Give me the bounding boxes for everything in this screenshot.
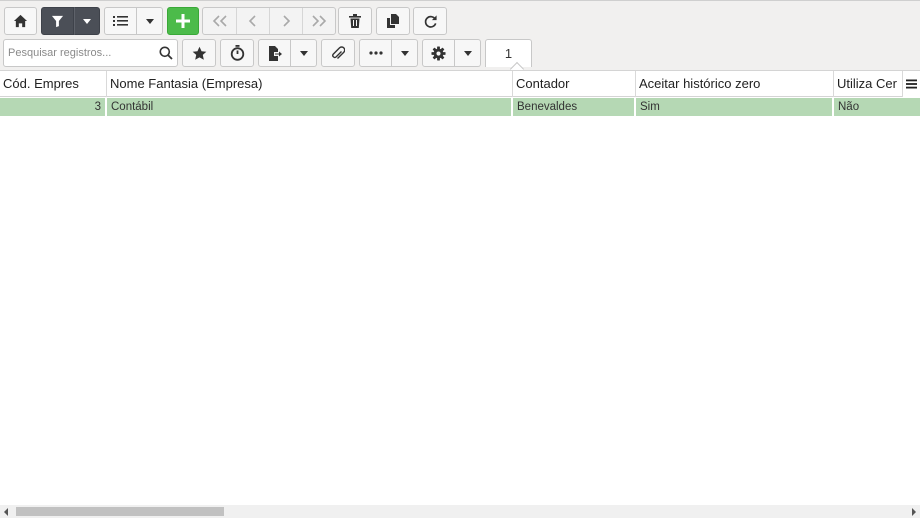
last-page-icon (312, 15, 327, 27)
search-icon[interactable] (159, 46, 173, 65)
stopwatch-icon (230, 45, 244, 61)
column-header-aceitar-historico-zero[interactable]: Aceitar histórico zero (636, 71, 834, 97)
page-number-indicator[interactable]: 1 (485, 39, 532, 67)
gear-icon (431, 45, 446, 61)
scroll-left-icon[interactable] (4, 508, 8, 516)
chevron-down-icon (145, 18, 154, 24)
home-icon (13, 14, 28, 28)
export-icon (268, 45, 282, 61)
previous-icon (248, 15, 256, 27)
first-page-icon (212, 15, 227, 27)
column-header-utiliza[interactable]: Utiliza Cer (834, 71, 904, 97)
column-menu-icon[interactable] (902, 71, 920, 97)
toolbar: 1 (0, 0, 920, 77)
add-record-button[interactable] (167, 7, 199, 35)
scrollbar-thumb[interactable] (16, 507, 224, 516)
timer-button[interactable] (220, 39, 254, 67)
app-window: 1 Cód. Empres Nome Fantasia (Empresa) Co… (0, 0, 920, 518)
more-dropdown[interactable] (392, 39, 418, 67)
table-row[interactable]: 3 Contábil Benevaldes Sim Não (0, 98, 920, 116)
settings-split-button (422, 39, 481, 67)
horizontal-scrollbar[interactable] (0, 505, 920, 518)
cell-utiliza: Não (838, 101, 860, 113)
column-header-contador[interactable]: Contador (513, 71, 636, 97)
record-navigation (202, 7, 336, 35)
ellipsis-icon (368, 51, 383, 55)
first-record-button[interactable] (203, 8, 236, 34)
next-record-button[interactable] (269, 8, 302, 34)
search-box (3, 39, 178, 67)
export-dropdown[interactable] (291, 39, 317, 67)
page-number: 1 (504, 46, 513, 61)
export-button[interactable] (258, 39, 291, 67)
cell-contador: Benevaldes (513, 98, 636, 116)
chevron-down-icon (400, 50, 409, 56)
filter-dropdown[interactable] (74, 7, 100, 35)
cell-aceitar-historico-zero: Sim (636, 98, 834, 116)
filter-split-button (41, 7, 100, 35)
settings-button[interactable] (422, 39, 455, 67)
settings-dropdown[interactable] (455, 39, 481, 67)
more-split-button (359, 39, 418, 67)
last-record-button[interactable] (302, 8, 335, 34)
copy-icon (387, 14, 399, 28)
list-dropdown[interactable] (137, 7, 163, 35)
chevron-down-icon (299, 50, 308, 56)
refresh-icon (424, 14, 437, 28)
refresh-button[interactable] (413, 7, 447, 35)
chevron-down-icon (83, 18, 91, 24)
column-header-nome-fantasia[interactable]: Nome Fantasia (Empresa) (107, 71, 513, 97)
previous-record-button[interactable] (236, 8, 269, 34)
trash-icon (349, 14, 361, 28)
search-input[interactable] (4, 40, 154, 66)
plus-icon (176, 14, 190, 28)
home-button[interactable] (4, 7, 37, 35)
more-actions-button[interactable] (359, 39, 392, 67)
cell-nome-fantasia: Contábil (107, 98, 513, 116)
cell-codigo: 3 (0, 98, 107, 116)
chevron-down-icon (463, 50, 472, 56)
paperclip-icon (332, 45, 345, 59)
filter-icon (51, 15, 64, 27)
duplicate-button[interactable] (376, 7, 410, 35)
grid-header: Cód. Empres Nome Fantasia (Empresa) Cont… (0, 70, 920, 97)
list-split-button (104, 7, 163, 35)
filter-button[interactable] (41, 7, 74, 35)
next-icon (283, 15, 291, 27)
star-icon (192, 46, 206, 60)
scroll-right-icon[interactable] (912, 508, 916, 516)
export-split-button (258, 39, 317, 67)
delete-button[interactable] (338, 7, 372, 35)
list-icon (113, 16, 128, 26)
favorites-button[interactable] (182, 39, 216, 67)
column-header-codigo[interactable]: Cód. Empres (0, 71, 107, 97)
list-view-button[interactable] (104, 7, 137, 35)
attachments-button[interactable] (321, 39, 355, 67)
